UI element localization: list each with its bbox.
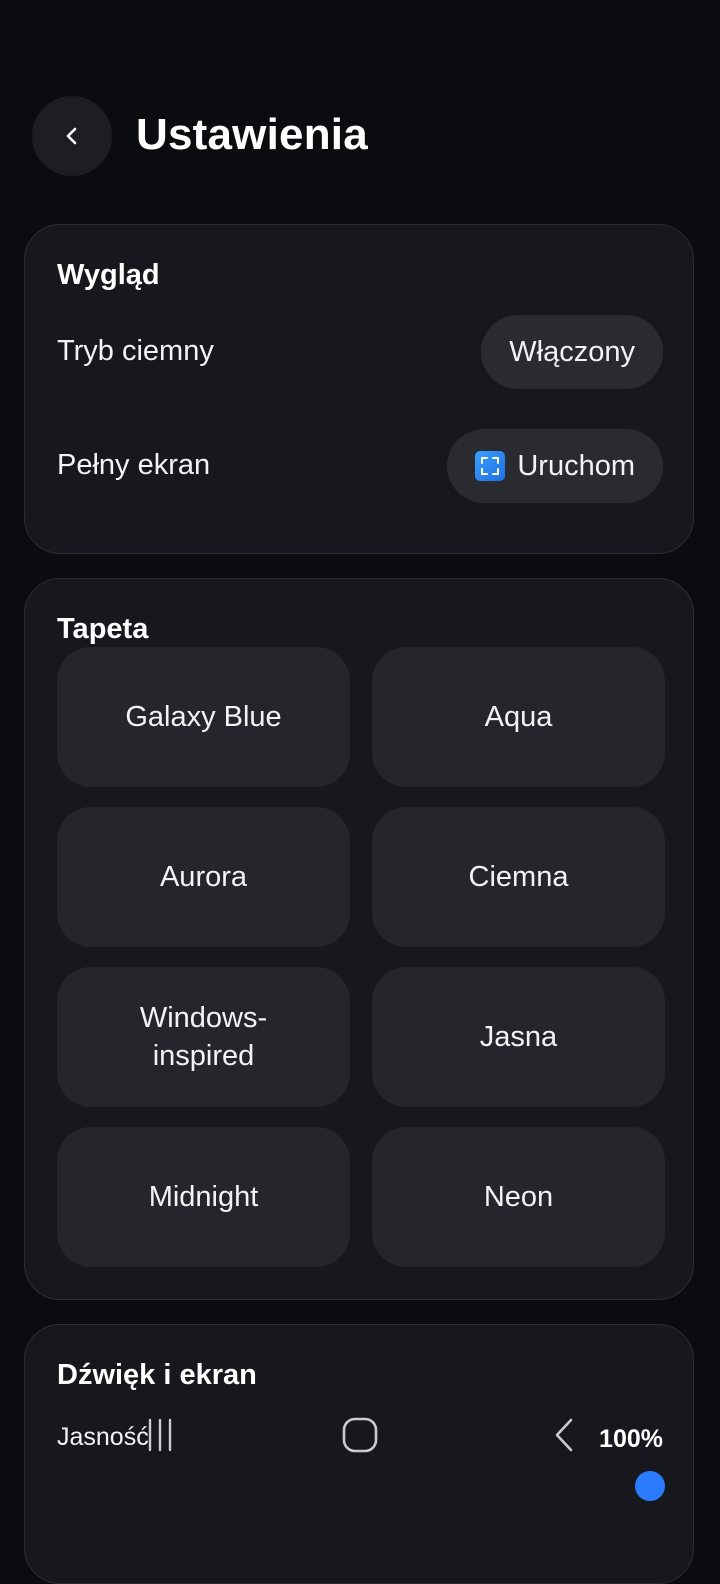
navigation-bar — [0, 1400, 720, 1480]
wallpaper-option[interactable]: Midnight — [57, 1127, 350, 1267]
recents-icon — [148, 1418, 172, 1452]
page-title: Ustawienia — [136, 110, 368, 159]
wallpaper-option[interactable]: Jasna — [372, 967, 665, 1107]
back-nav-button[interactable] — [532, 1410, 596, 1460]
fullscreen-button[interactable]: Uruchom — [447, 429, 663, 503]
dark-mode-value: Włączony — [509, 335, 635, 368]
appearance-card: Wygląd Tryb ciemny Włączony Pełny ekran … — [24, 224, 694, 554]
wallpaper-option[interactable]: Galaxy Blue — [57, 647, 350, 787]
dark-mode-label: Tryb ciemny — [57, 335, 214, 367]
home-button[interactable] — [328, 1410, 392, 1460]
header: Ustawienia — [0, 0, 720, 200]
wallpaper-option[interactable]: Aqua — [372, 647, 665, 787]
back-button[interactable] — [32, 96, 112, 176]
wallpaper-option[interactable]: Aurora — [57, 807, 350, 947]
fullscreen-icon — [475, 451, 506, 481]
fullscreen-label: Pełny ekran — [57, 449, 211, 481]
home-icon — [342, 1417, 378, 1453]
wallpaper-card: Tapeta Galaxy Blue Aqua Aurora Ciemna Wi… — [24, 578, 694, 1300]
wallpaper-title: Tapeta — [57, 613, 149, 645]
recents-button[interactable] — [128, 1410, 192, 1460]
appearance-title: Wygląd — [57, 259, 160, 291]
wallpaper-option[interactable]: Windows-inspired — [57, 967, 350, 1107]
wallpaper-option[interactable]: Ciemna — [372, 807, 665, 947]
sound-screen-title: Dźwięk i ekran — [57, 1359, 257, 1391]
wallpaper-option[interactable]: Neon — [372, 1127, 665, 1267]
chevron-left-icon — [66, 127, 77, 145]
back-icon — [555, 1418, 573, 1452]
wallpaper-grid: Galaxy Blue Aqua Aurora Ciemna Windows-i… — [57, 647, 665, 1267]
fullscreen-button-label: Uruchom — [517, 449, 635, 482]
dark-mode-toggle[interactable]: Włączony — [481, 315, 663, 389]
